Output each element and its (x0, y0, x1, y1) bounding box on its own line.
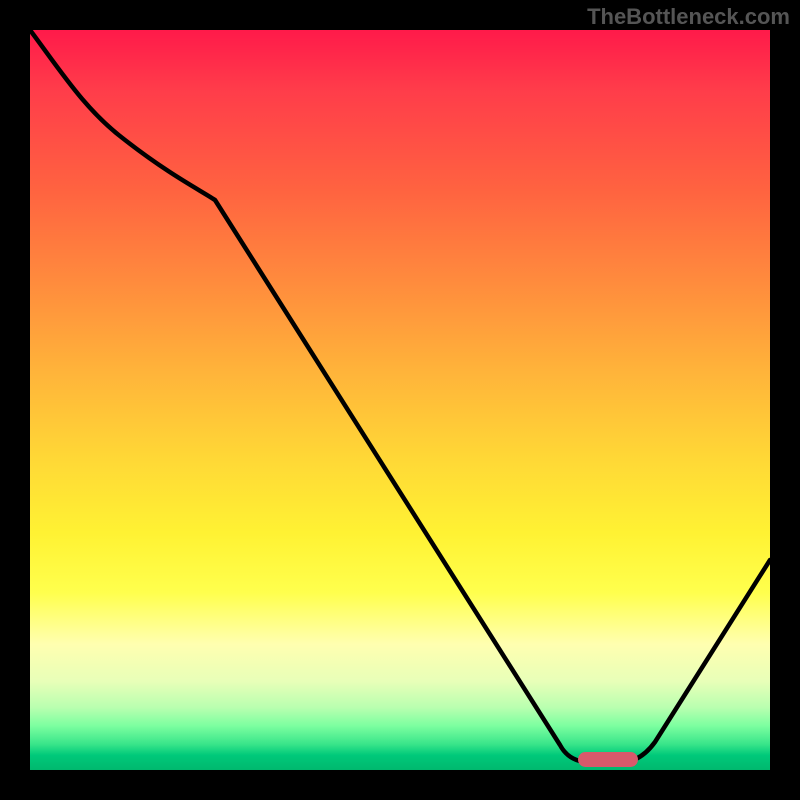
chart-overlay (30, 30, 770, 770)
optimal-range-marker (578, 752, 638, 767)
watermark-text: TheBottleneck.com (587, 4, 790, 30)
bottleneck-curve (30, 30, 770, 762)
plot-area (30, 30, 770, 770)
